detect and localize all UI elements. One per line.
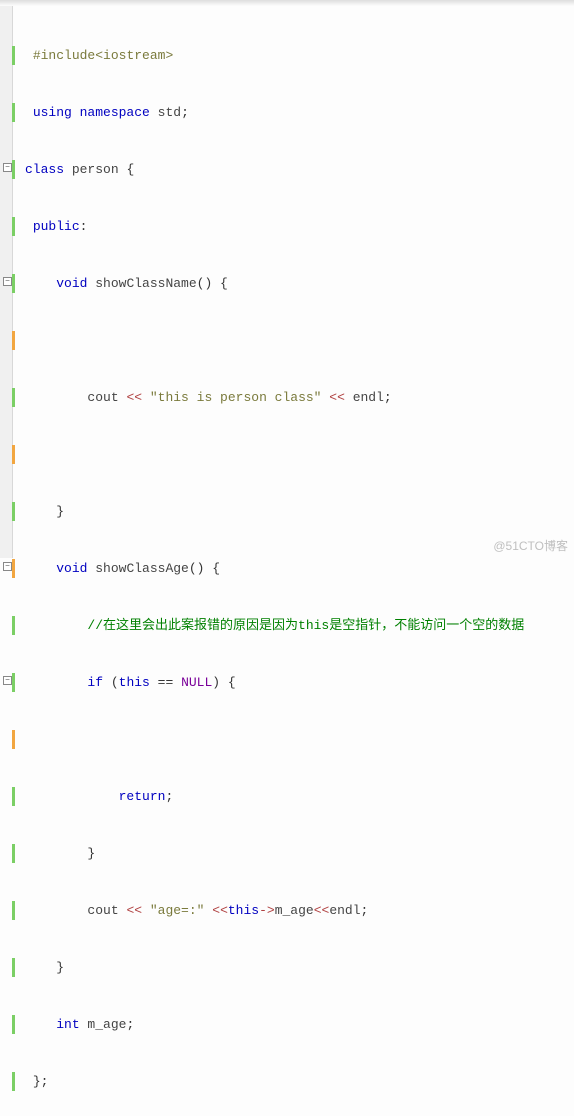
ident: m_age <box>275 903 314 918</box>
keyword: int <box>56 1017 79 1032</box>
keyword: if <box>87 675 103 690</box>
ident: person <box>64 162 126 177</box>
ident: m_age <box>80 1017 127 1032</box>
string: "age=:" <box>142 903 212 918</box>
text: cout <box>87 390 126 405</box>
preproc: #include <box>33 48 95 63</box>
const: NULL <box>181 675 212 690</box>
code-line: − if (this == NULL) { <box>12 673 574 692</box>
fold-icon[interactable]: − <box>3 277 12 286</box>
code-line: return; <box>12 787 574 806</box>
fold-icon[interactable]: − <box>3 676 12 685</box>
code-line: cout << "this is person class" << endl; <box>12 388 574 407</box>
ident: showClassAge <box>87 561 188 576</box>
operator: << <box>314 903 330 918</box>
header: <iostream> <box>95 48 173 63</box>
keyword: using namespace <box>33 105 150 120</box>
code-line: using namespace std; <box>12 103 574 122</box>
code-line: } <box>12 844 574 863</box>
code-line: − void showClassAge() { <box>12 559 574 578</box>
code-editor[interactable]: #include<iostream> using namespace std; … <box>12 8 574 1116</box>
fold-icon[interactable]: − <box>3 562 12 571</box>
text: endl <box>329 903 360 918</box>
code-line: int m_age; <box>12 1015 574 1034</box>
code-line: − void showClassName() { <box>12 274 574 293</box>
ident: showClassName <box>87 276 196 291</box>
operator: -> <box>259 903 275 918</box>
keyword: return <box>119 789 166 804</box>
operator: << <box>212 903 228 918</box>
code-line <box>12 331 574 350</box>
keyword: void <box>56 276 87 291</box>
code-line: //在这里会出此案报错的原因是因为this是空指针，不能访问一个空的数据 <box>12 616 574 635</box>
code-line <box>12 730 574 749</box>
code-line: } <box>12 958 574 977</box>
fold-icon[interactable]: − <box>3 163 12 172</box>
code-line: #include<iostream> <box>12 46 574 65</box>
keyword: this <box>119 675 150 690</box>
comment: //在这里会出此案报错的原因是因为this是空指针，不能访问一个空的数据 <box>87 618 524 633</box>
keyword: public <box>33 219 80 234</box>
text: cout <box>87 903 126 918</box>
operator: << <box>126 903 142 918</box>
string: "this is person class" <box>142 390 329 405</box>
keyword: this <box>228 903 259 918</box>
code-line: }; <box>12 1072 574 1091</box>
code-line: public: <box>12 217 574 236</box>
keyword: void <box>56 561 87 576</box>
code-line: −class person { <box>12 160 574 179</box>
operator: << <box>329 390 345 405</box>
operator: << <box>126 390 142 405</box>
code-line: } <box>12 502 574 521</box>
ident: std <box>150 105 181 120</box>
code-line <box>12 445 574 464</box>
text: endl <box>345 390 384 405</box>
top-shadow <box>0 0 574 6</box>
watermark: @51CTO博客 <box>493 537 568 554</box>
code-line: cout << "age=:" <<this->m_age<<endl; <box>12 901 574 920</box>
keyword: class <box>25 162 64 177</box>
